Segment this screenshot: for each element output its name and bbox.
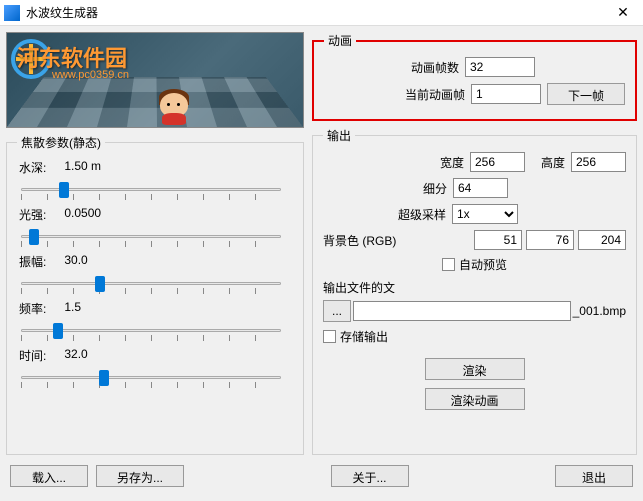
about-button[interactable]: 关于... [331,465,409,487]
amplitude-slider[interactable] [17,272,285,296]
save-output-checkbox[interactable]: 存储输出 [323,328,388,345]
close-button[interactable]: ✕ [603,0,643,26]
width-label: 宽度 [440,154,464,171]
intensity-label: 光强: [19,206,46,223]
render-button[interactable]: 渲染 [425,358,525,380]
supersample-select[interactable]: 1x [452,204,518,224]
outfile-input[interactable] [353,301,571,321]
time-label: 时间: [19,347,46,364]
save-output-label: 存储输出 [340,328,388,345]
window-title: 水波纹生成器 [26,4,603,21]
bg-b-input[interactable] [578,230,626,250]
bg-r-input[interactable] [474,230,522,250]
bottom-bar: 载入... 另存为... 关于... 退出 [0,461,643,495]
app-icon [4,5,20,21]
caustics-group: 焦散参数(静态) 水深: 1.50 m 光强: 0.0500 振幅: 30.0 频率:… [6,134,304,455]
watermark-url: www.pc0359.cn [52,69,129,81]
amplitude-value: 30.0 [64,253,87,270]
bgcolor-label: 背景色 (RGB) [323,232,396,249]
frames-label: 动画帧数 [411,59,459,76]
autopreview-checkbox[interactable]: 自动预览 [442,256,507,273]
height-input[interactable] [571,152,626,172]
intensity-slider[interactable] [17,225,285,249]
time-slider[interactable] [17,366,285,390]
subdiv-input[interactable] [453,178,508,198]
supersample-label: 超级采样 [398,206,446,223]
load-button[interactable]: 载入... [10,465,88,487]
time-value: 32.0 [64,347,87,364]
depth-slider[interactable] [17,178,285,202]
output-legend: 输出 [323,127,355,144]
output-group: 输出 宽度 高度 细分 超级采样 1x 背景色 (RGB) [312,127,637,455]
animation-legend: 动画 [324,32,356,49]
outfile-label: 输出文件的文 [323,279,626,296]
amplitude-label: 振幅: [19,253,46,270]
bg-g-input[interactable] [526,230,574,250]
frequency-slider[interactable] [17,319,285,343]
render-anim-button[interactable]: 渲染动画 [425,388,525,410]
next-frame-button[interactable]: 下一帧 [547,83,625,105]
width-input[interactable] [470,152,525,172]
caustics-legend: 焦散参数(静态) [17,134,105,151]
browse-button[interactable]: ... [323,300,351,322]
outfile-suffix: _001.bmp [573,304,626,318]
current-frame-label: 当前动画帧 [405,86,465,103]
intensity-value: 0.0500 [64,206,101,223]
mascot-icon [155,87,193,125]
current-frame-input[interactable] [471,84,541,104]
depth-value: 1.50 m [64,159,101,176]
height-label: 高度 [541,154,565,171]
subdiv-label: 细分 [423,180,447,197]
titlebar: 水波纹生成器 ✕ [0,0,643,26]
preview-image: 河东软件园 www.pc0359.cn [6,32,304,128]
depth-label: 水深: [19,159,46,176]
frequency-label: 频率: [19,300,46,317]
frames-input[interactable] [465,57,535,77]
exit-button[interactable]: 退出 [555,465,633,487]
autopreview-label: 自动预览 [459,256,507,273]
animation-group: 动画 动画帧数 当前动画帧 下一帧 [312,32,637,121]
frequency-value: 1.5 [64,300,81,317]
saveas-button[interactable]: 另存为... [96,465,184,487]
